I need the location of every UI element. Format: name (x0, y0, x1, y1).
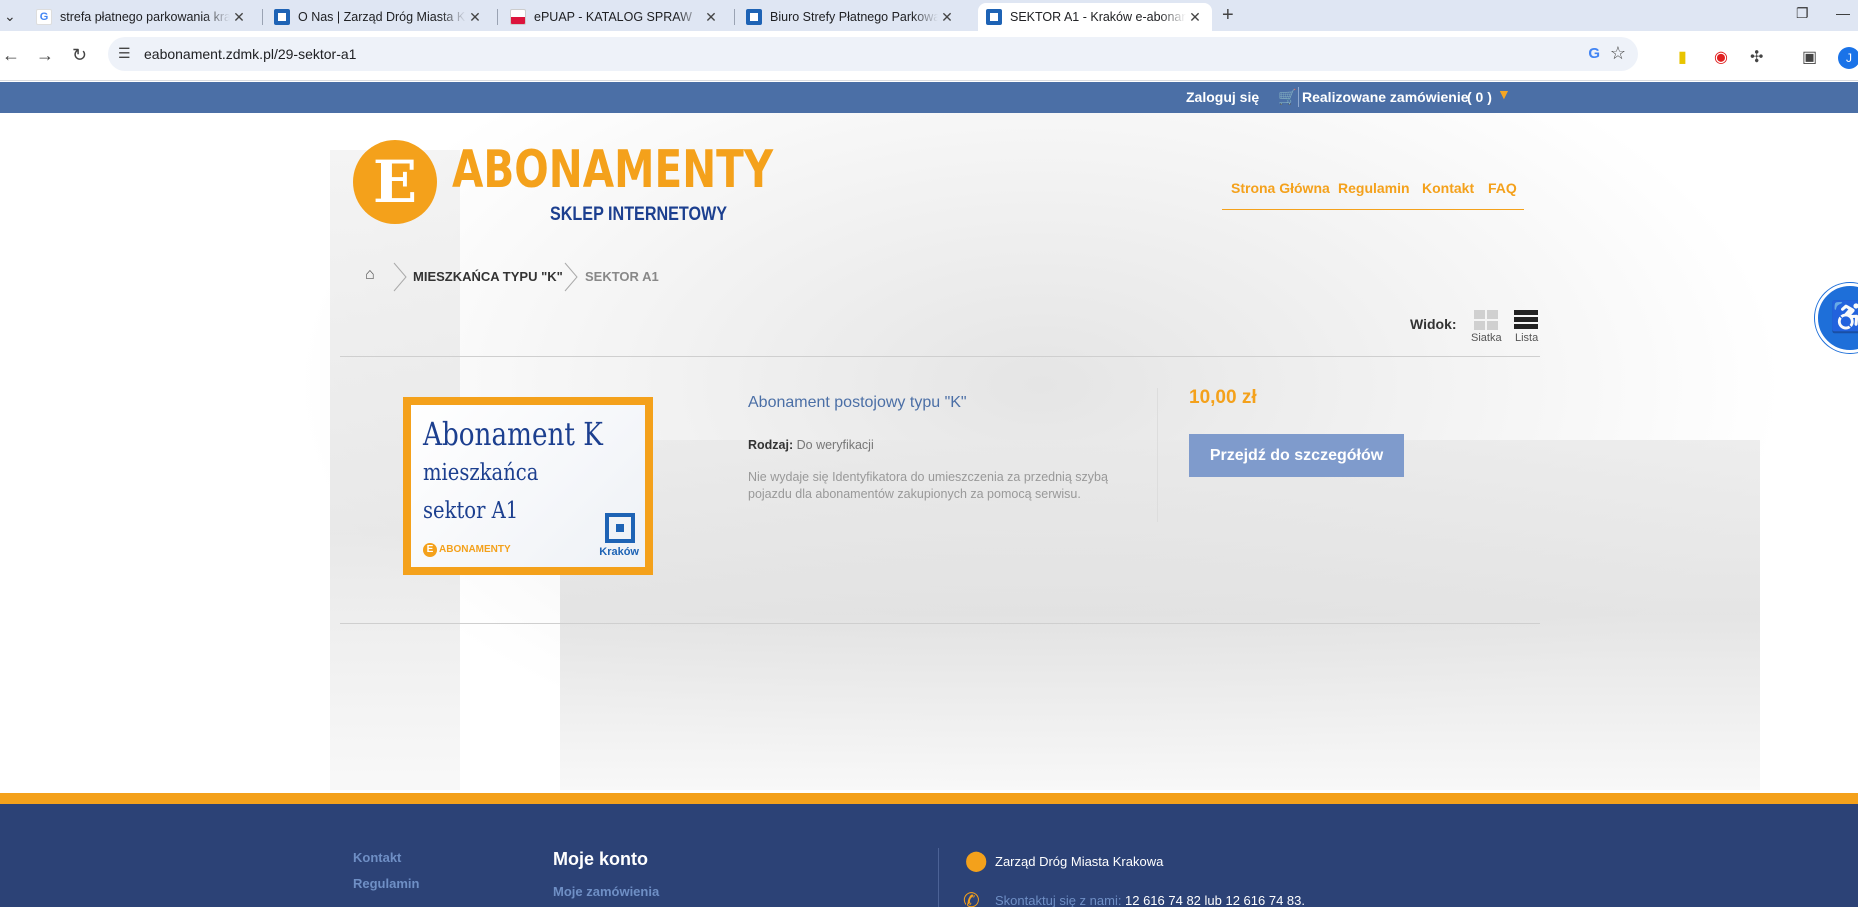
location-pin-icon: ⬤ (965, 850, 988, 872)
close-tab-icon[interactable]: ✕ (938, 9, 956, 26)
epuap-icon (510, 9, 526, 25)
address-bar-row: ← → ↻ ☰ eabonament.zdmk.pl/29-sektor-a1 … (0, 31, 1858, 81)
reload-icon[interactable]: ↻ (72, 45, 87, 66)
order-count[interactable]: ( 0 ) (1467, 89, 1492, 105)
product-image-city: Kraków (599, 546, 639, 558)
product-price: 10,00 zł (1189, 387, 1257, 408)
bookmark-star-icon[interactable]: ☆ (1610, 43, 1626, 64)
list-view-label[interactable]: Lista (1515, 332, 1538, 344)
krakow-logo-icon (605, 513, 635, 543)
tab-title: SEKTOR A1 - Kraków e-abonam (1010, 10, 1186, 24)
nav-faq[interactable]: FAQ (1488, 180, 1517, 196)
product-type: Rodzaj: Do weryfikacji (748, 438, 874, 452)
tab-title: strefa płatnego parkowania kra (60, 10, 230, 24)
logo-e-icon[interactable]: E (353, 140, 437, 224)
breadcrumb-chevron-icon (564, 262, 578, 292)
footer-link-orders[interactable]: Moje zamówienia (553, 884, 659, 899)
nav-home[interactable]: Strona Główna (1231, 180, 1330, 196)
opera-extension-icon[interactable]: ◉ (1714, 47, 1728, 67)
product-image-line2: mieszkańca (423, 460, 539, 486)
background-building (560, 440, 1760, 790)
side-panel-icon[interactable]: ▣ (1802, 47, 1817, 67)
product-image[interactable]: Abonament K mieszkańca sektor A1 E ABONAM… (403, 397, 653, 575)
browser-tab-5-active[interactable]: SEKTOR A1 - Kraków e-abonam ✕ (978, 3, 1212, 31)
zdmk-icon (746, 9, 762, 25)
close-tab-icon[interactable]: ✕ (1186, 9, 1204, 26)
footer-accent-bar (0, 793, 1858, 804)
tab-search-icon[interactable]: ⌄ (4, 8, 16, 25)
close-tab-icon[interactable]: ✕ (702, 9, 720, 26)
product-image-line3: sektor A1 (423, 498, 519, 524)
grid-view-label[interactable]: Siatka (1471, 332, 1502, 344)
details-button[interactable]: Przejdź do szczegółów (1189, 434, 1404, 477)
minimize-window-icon[interactable]: — (1836, 5, 1850, 21)
zdmk-icon (274, 9, 290, 25)
profile-avatar[interactable]: J (1838, 47, 1858, 69)
phone-icon: ✆ (963, 890, 980, 907)
caret-down-icon[interactable]: ▼ (1497, 86, 1511, 102)
tab-divider (262, 9, 263, 25)
restore-window-icon[interactable]: ❐ (1796, 5, 1809, 22)
product-divider (1157, 388, 1158, 522)
back-icon[interactable]: ← (2, 45, 20, 66)
browser-tab-4[interactable]: Biuro Strefy Płatnego Parkowa ✕ (738, 3, 964, 31)
browser-tab-1[interactable]: G strefa płatnego parkowania kra ✕ (28, 3, 256, 31)
login-link[interactable]: Zaloguj się (1186, 89, 1259, 105)
grid-view-icon[interactable] (1474, 310, 1498, 330)
zdmk-icon (986, 9, 1002, 25)
divider-bottom (340, 623, 1540, 624)
breadcrumb-current: SEKTOR A1 (585, 269, 659, 284)
nav-terms[interactable]: Regulamin (1338, 180, 1410, 196)
site-info-icon[interactable]: ☰ (118, 45, 131, 62)
extensions-puzzle-icon[interactable]: ✣ (1750, 47, 1763, 67)
accessibility-icon[interactable]: ♿ (1815, 283, 1858, 353)
browser-tab-3[interactable]: ePUAP - KATALOG SPRAW ✕ (502, 3, 728, 31)
footer-phone-numbers[interactable]: 12 616 74 82 lub 12 616 74 83. (1125, 893, 1305, 907)
view-label: Widok: (1410, 316, 1457, 332)
google-icon: G (36, 9, 52, 25)
tab-divider (734, 9, 735, 25)
close-tab-icon[interactable]: ✕ (466, 9, 484, 26)
close-tab-icon[interactable]: ✕ (230, 9, 248, 26)
footer-contact-label: Skontaktuj się z nami: (995, 893, 1122, 907)
footer-org-name: Zarząd Dróg Miasta Krakowa (995, 854, 1164, 869)
logo-subtitle: SKLEP INTERNETOWY (550, 204, 728, 225)
current-order-link[interactable]: Realizowane zamówienie (1302, 89, 1469, 105)
cart-icon[interactable]: 🛒 (1278, 88, 1297, 106)
home-icon[interactable]: ⌂ (365, 266, 375, 284)
footer: Kontakt Regulamin Moje konto Moje zamówi… (0, 804, 1858, 907)
list-view-icon[interactable] (1514, 310, 1538, 330)
footer-link-contact[interactable]: Kontakt (353, 850, 401, 865)
address-bar[interactable]: ☰ eabonament.zdmk.pl/29-sektor-a1 G ☆ (108, 37, 1638, 71)
tab-title: Biuro Strefy Płatnego Parkowa (770, 10, 938, 24)
breadcrumb-category[interactable]: MIESZKAŃCA TYPU "K" (413, 269, 563, 284)
nav-contact[interactable]: Kontakt (1422, 180, 1474, 196)
browser-tab-2[interactable]: O Nas | Zarząd Dróg Miasta Kr ✕ (266, 3, 492, 31)
product-description: Nie wydaje się Identyfikatora do umieszc… (748, 470, 1108, 501)
product-image-logo: E ABONAMENTY (423, 543, 511, 557)
mini-logo-e-icon: E (423, 543, 437, 557)
site-top-bar: Zaloguj się 🛒 Realizowane zamówienie ( 0… (0, 82, 1858, 113)
footer-account-heading: Moje konto (553, 849, 648, 869)
extension-1-icon[interactable]: ▮ (1678, 47, 1687, 67)
main-nav: Strona Główna Regulamin Kontakt FAQ (1222, 180, 1524, 210)
logo-title[interactable]: ABONAMENTY (452, 140, 773, 200)
footer-link-terms[interactable]: Regulamin (353, 876, 419, 891)
footer-divider (938, 848, 939, 907)
tab-divider (497, 9, 498, 25)
breadcrumb-chevron-icon (393, 262, 407, 292)
divider-top (340, 356, 1540, 357)
product-image-line1: Abonament K (423, 415, 603, 453)
new-tab-button[interactable]: + (1222, 4, 1234, 27)
tab-title: ePUAP - KATALOG SPRAW (534, 10, 692, 24)
tab-title: O Nas | Zarząd Dróg Miasta Kr (298, 10, 466, 24)
browser-tab-bar: ⌄ G strefa płatnego parkowania kra ✕ O N… (0, 0, 1858, 31)
forward-icon[interactable]: → (36, 45, 54, 66)
google-lens-icon[interactable]: G (1588, 45, 1600, 62)
product-title[interactable]: Abonament postojowy typu "K" (748, 394, 967, 412)
topbar-divider (1298, 87, 1299, 107)
url-text[interactable]: eabonament.zdmk.pl/29-sektor-a1 (144, 46, 356, 62)
